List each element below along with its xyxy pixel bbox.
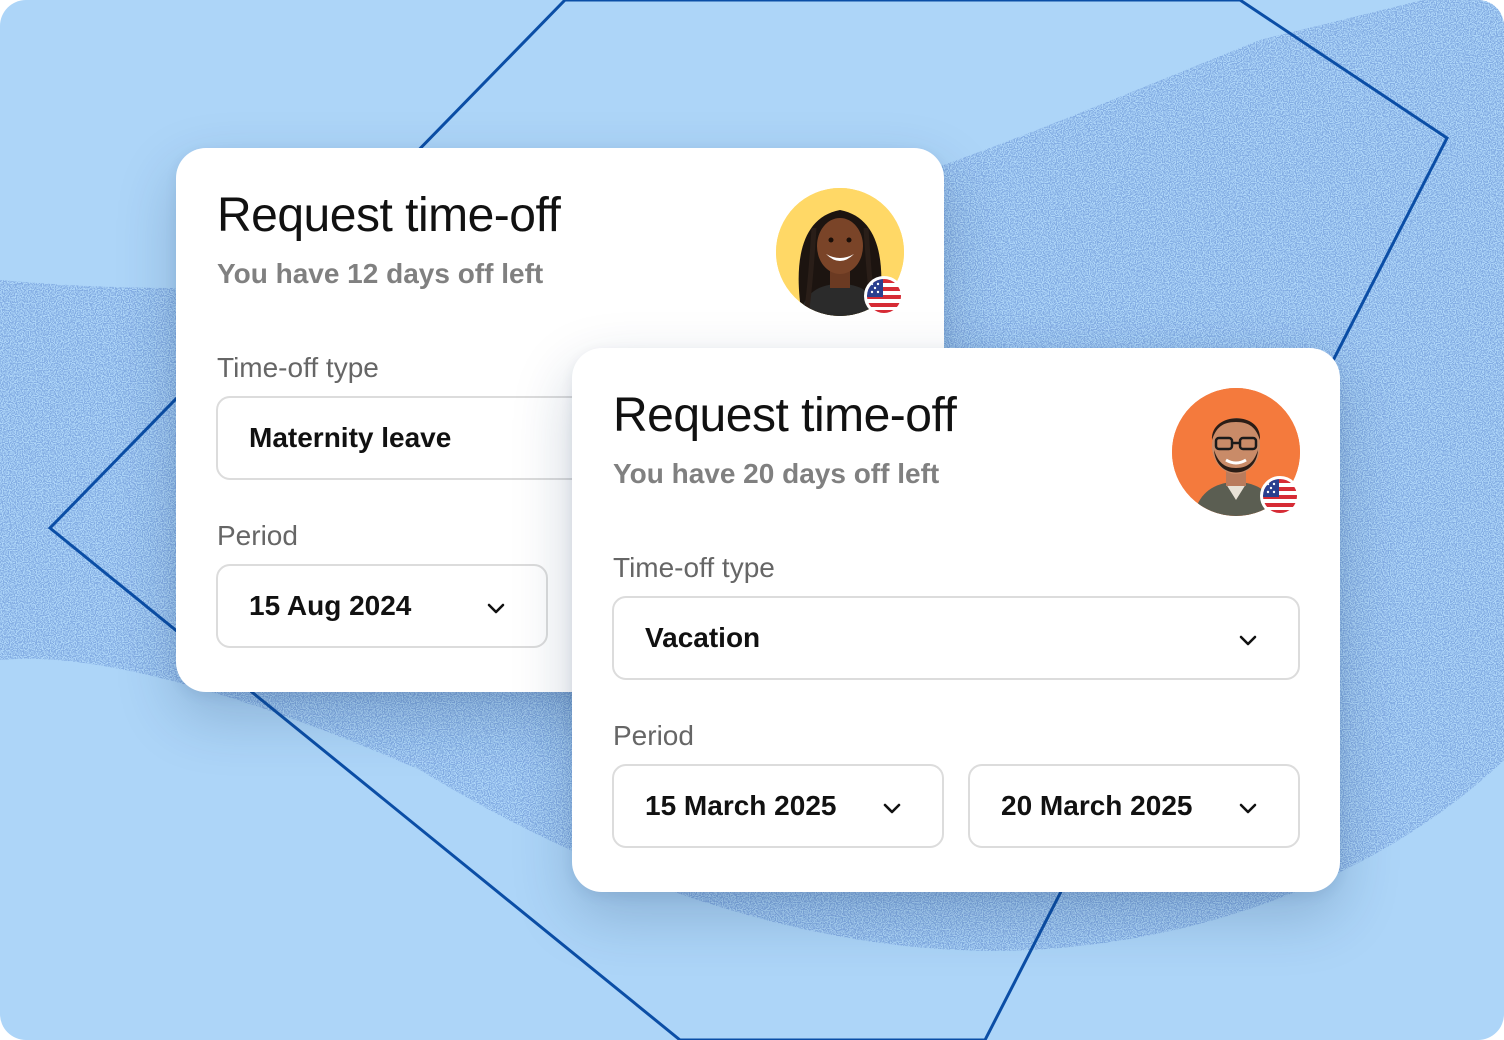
time-off-type-value: Maternity leave — [249, 422, 452, 453]
period-label: Period — [217, 520, 298, 551]
time-off-type-value: Vacation — [645, 622, 761, 653]
period-end-value: 20 March 2025 — [1001, 790, 1193, 821]
days-left-text: You have 12 days off left — [217, 258, 544, 289]
illustration-background: Request time-off You have 12 days off le… — [0, 0, 1504, 1040]
time-off-type-select[interactable]: Vacation — [612, 596, 1300, 680]
chevron-down-icon — [1239, 803, 1257, 814]
card-title: Request time-off — [613, 389, 957, 442]
us-flag-icon — [864, 276, 904, 316]
period-label: Period — [613, 720, 694, 751]
period-start-select[interactable]: 15 March 2025 — [612, 764, 944, 848]
chevron-down-icon — [1239, 635, 1257, 646]
period-start-select[interactable]: 15 Aug 2024 — [216, 564, 548, 648]
time-off-type-label: Time-off type — [217, 352, 379, 383]
card-title: Request time-off — [217, 189, 561, 242]
period-start-value: 15 Aug 2024 — [249, 590, 412, 621]
chevron-down-icon — [883, 803, 901, 814]
chevron-down-icon — [487, 603, 505, 614]
time-off-card-front: Request time-off You have 20 days off le… — [572, 348, 1340, 892]
time-off-type-label: Time-off type — [613, 552, 775, 583]
period-end-select[interactable]: 20 March 2025 — [968, 764, 1300, 848]
days-left-text: You have 20 days off left — [613, 458, 940, 489]
us-flag-icon — [1260, 476, 1300, 516]
period-start-value: 15 March 2025 — [645, 790, 837, 821]
